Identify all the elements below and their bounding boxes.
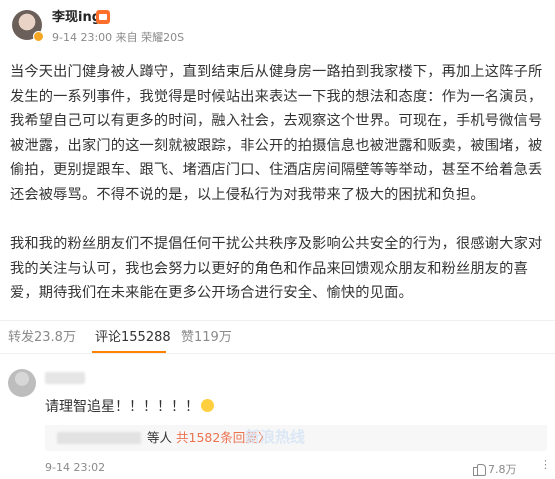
post-header: 李现ing 9-14 23:00 来自 荣耀20S [0, 0, 555, 52]
post-paragraph: 当今天出门健身被人蹲守，直到结束后从健身房一路拍到我家楼下，再加上这阵子所发生的… [10, 64, 543, 203]
commenter-avatar[interactable] [8, 369, 36, 397]
thumbs-up-icon[interactable] [473, 462, 486, 476]
like-count: 7.8万 [488, 463, 517, 476]
active-tab-indicator [92, 351, 166, 353]
like-button[interactable]: 7.8万 [473, 458, 517, 476]
post-body: 当今天出门健身被人蹲守，直到结束后从健身房一路拍到我家楼下，再加上这阵子所发生的… [10, 60, 546, 331]
more-options-icon[interactable]: ⋮ [540, 458, 551, 472]
comment-time: 9-14 23:02 [45, 461, 106, 474]
post-meta: 9-14 23:00 来自 荣耀20S [52, 31, 185, 44]
stats-bar: 转发23.8万 评论155288 赞119万 [0, 320, 555, 354]
crying-emoji-icon [201, 399, 214, 412]
watermark: 新浪热线 [245, 428, 306, 446]
comment-text: 请理智追星！！！！！！ [45, 398, 214, 416]
reply-suffix: 等人 [147, 430, 173, 445]
commenter-name-redacted [45, 372, 85, 384]
comment-item: 请理智追星！！！！！！ 等人 共1582条回复〉 新浪热线 9-14 23:02… [0, 360, 555, 479]
vip-badge-icon [96, 10, 110, 24]
replier-name-redacted [57, 432, 141, 444]
post-paragraph: 我和我的粉丝朋友们不提倡任何干扰公共秩序及影响公共安全的行为，很感谢大家对我的关… [10, 236, 543, 302]
reply-preview[interactable]: 等人 共1582条回复〉 新浪热线 [45, 425, 547, 451]
tab-like[interactable]: 赞119万 [181, 330, 232, 346]
tab-comment[interactable]: 评论155288 [95, 330, 171, 346]
tab-repost[interactable]: 转发23.8万 [8, 330, 76, 346]
comment-body: 请理智追星！！！！！！ [45, 399, 199, 415]
author-name[interactable]: 李现ing [52, 10, 101, 26]
verified-badge-icon [33, 31, 44, 42]
